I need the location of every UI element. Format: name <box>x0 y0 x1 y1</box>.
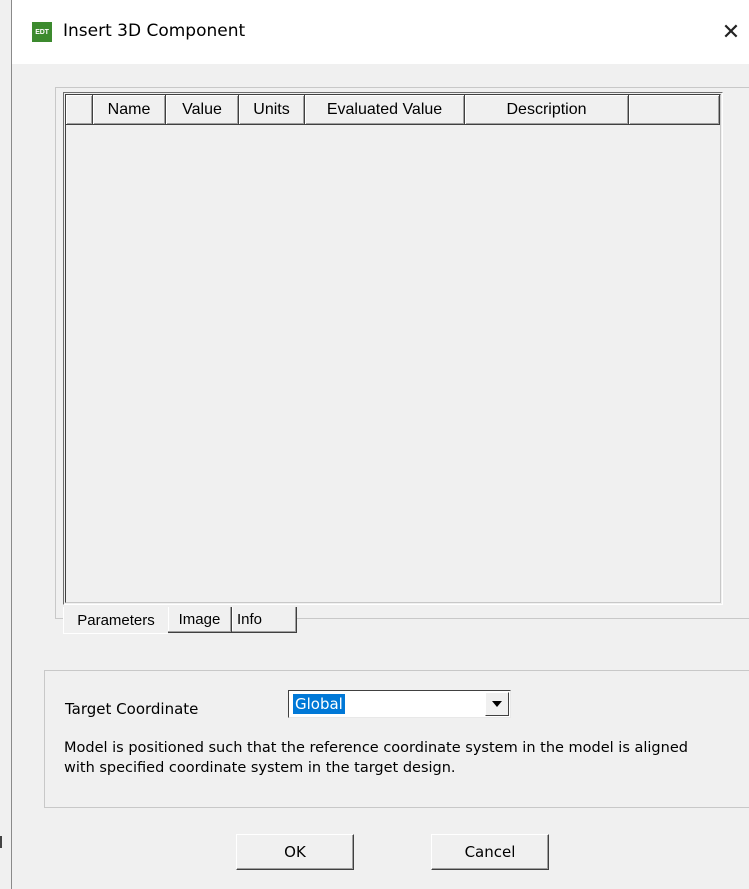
tab-parameters[interactable]: Parameters <box>63 607 168 634</box>
window-edge-mark <box>0 836 2 848</box>
column-header-evaluated-value[interactable]: Evaluated Value <box>305 95 465 125</box>
dropdown-arrow-icon[interactable] <box>485 692 509 716</box>
tab-image[interactable]: Image <box>168 607 232 633</box>
column-header-value[interactable]: Value <box>166 95 239 125</box>
column-header-description[interactable]: Description <box>465 95 629 125</box>
dialog-window: EDT Insert 3D Component ✕ Name Value Uni… <box>11 0 749 889</box>
close-icon[interactable]: ✕ <box>713 12 749 52</box>
column-header-row-selector[interactable] <box>66 95 93 125</box>
grid-body: Name Value Units Evaluated Value Descrip… <box>65 94 721 603</box>
tab-info[interactable]: Info <box>232 607 297 633</box>
column-header-name[interactable]: Name <box>93 95 166 125</box>
selected-value: Global <box>293 694 345 714</box>
target-coordinate-label: Target Coordinate <box>65 700 199 718</box>
ok-button[interactable]: OK <box>236 834 354 870</box>
column-header-extra[interactable] <box>629 95 720 125</box>
grid-header: Name Value Units Evaluated Value Descrip… <box>66 95 720 125</box>
column-header-units[interactable]: Units <box>239 95 305 125</box>
title-bar: EDT Insert 3D Component ✕ <box>12 0 749 64</box>
cancel-button[interactable]: Cancel <box>431 834 549 870</box>
target-coordinate-select[interactable]: Global <box>288 690 511 718</box>
dialog-title: Insert 3D Component <box>63 21 246 41</box>
app-icon: EDT <box>32 22 52 42</box>
parameters-grid[interactable]: Name Value Units Evaluated Value Descrip… <box>63 92 723 605</box>
target-coordinate-description: Model is positioned such that the refere… <box>64 740 688 776</box>
